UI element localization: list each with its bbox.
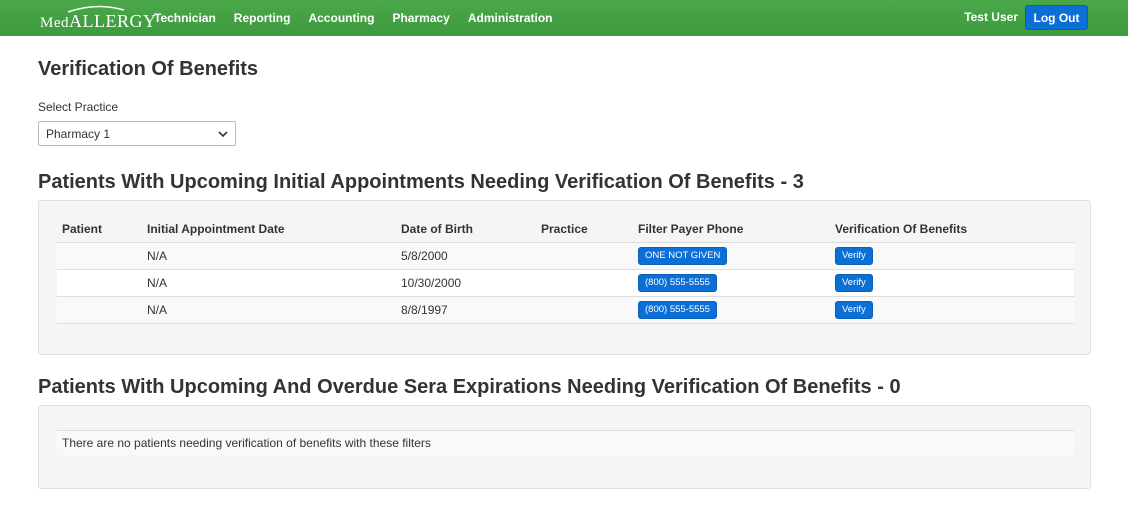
- empty-state-message: There are no patients needing verificati…: [57, 430, 1074, 455]
- page-title: Verification Of Benefits: [38, 58, 259, 80]
- verify-button[interactable]: Verify: [835, 301, 873, 319]
- payer-phone-button[interactable]: ONE NOT GIVEN: [638, 247, 728, 265]
- practice-select[interactable]: Pharmacy 1: [38, 121, 236, 146]
- cell-phone: (800) 555-5555: [633, 296, 830, 324]
- nav-accounting[interactable]: Accounting: [308, 11, 374, 25]
- section2-panel: There are no patients needing verificati…: [38, 405, 1091, 489]
- current-user: Test User: [964, 10, 1018, 24]
- top-navbar: MedALLERGY Technician Reporting Accounti…: [0, 0, 1128, 36]
- section1-title: Patients With Upcoming Initial Appointme…: [38, 171, 804, 193]
- col-verification-of-benefits[interactable]: Verification Of Benefits: [830, 216, 1074, 243]
- nav-technician[interactable]: Technician: [154, 11, 216, 25]
- verify-button[interactable]: Verify: [835, 247, 873, 265]
- cell-dob: 8/8/1997: [396, 296, 536, 324]
- chevron-down-icon: [218, 131, 228, 138]
- cell-appt: N/A: [142, 242, 396, 270]
- cell-dob: 5/8/2000: [396, 242, 536, 270]
- table-row: N/A 5/8/2000 ONE NOT GIVEN Verify: [57, 242, 1074, 270]
- cell-patient: [57, 296, 142, 324]
- verify-button[interactable]: Verify: [835, 274, 873, 292]
- col-patient[interactable]: Patient: [57, 216, 142, 243]
- cell-practice: [536, 269, 633, 297]
- cell-action: Verify: [830, 242, 1074, 270]
- practice-select-value: Pharmacy 1: [46, 127, 111, 141]
- select-practice-label: Select Practice: [38, 100, 119, 114]
- payer-phone-button[interactable]: (800) 555-5555: [638, 274, 717, 292]
- cell-action: Verify: [830, 296, 1074, 324]
- cell-appt: N/A: [142, 269, 396, 297]
- cell-dob: 10/30/2000: [396, 269, 536, 297]
- cell-patient: [57, 242, 142, 270]
- logout-button[interactable]: Log Out: [1025, 5, 1088, 30]
- cell-phone: ONE NOT GIVEN: [633, 242, 830, 270]
- main-nav: Technician Reporting Accounting Pharmacy…: [154, 0, 571, 36]
- cell-practice: [536, 242, 633, 270]
- payer-phone-button[interactable]: (800) 555-5555: [638, 301, 717, 319]
- nav-administration[interactable]: Administration: [468, 11, 553, 25]
- nav-pharmacy[interactable]: Pharmacy: [392, 11, 449, 25]
- table-header-row: Patient Initial Appointment Date Date of…: [57, 216, 1074, 243]
- table-row: N/A 8/8/1997 (800) 555-5555 Verify: [57, 296, 1074, 324]
- nav-reporting[interactable]: Reporting: [234, 11, 291, 25]
- initial-appointments-table: Patient Initial Appointment Date Date of…: [57, 216, 1074, 324]
- section2-title: Patients With Upcoming And Overdue Sera …: [38, 376, 901, 398]
- col-initial-appointment-date[interactable]: Initial Appointment Date: [142, 216, 396, 243]
- cell-phone: (800) 555-5555: [633, 269, 830, 297]
- col-filter-payer-phone[interactable]: Filter Payer Phone: [633, 216, 830, 243]
- section1-panel: Patient Initial Appointment Date Date of…: [38, 200, 1091, 355]
- table-row: N/A 10/30/2000 (800) 555-5555 Verify: [57, 269, 1074, 297]
- cell-appt: N/A: [142, 296, 396, 324]
- col-date-of-birth[interactable]: Date of Birth: [396, 216, 536, 243]
- cell-patient: [57, 269, 142, 297]
- brand-name: MedALLERGY: [40, 11, 157, 31]
- brand-logo[interactable]: MedALLERGY: [40, 5, 156, 31]
- cell-action: Verify: [830, 269, 1074, 297]
- cell-practice: [536, 296, 633, 324]
- col-practice[interactable]: Practice: [536, 216, 633, 243]
